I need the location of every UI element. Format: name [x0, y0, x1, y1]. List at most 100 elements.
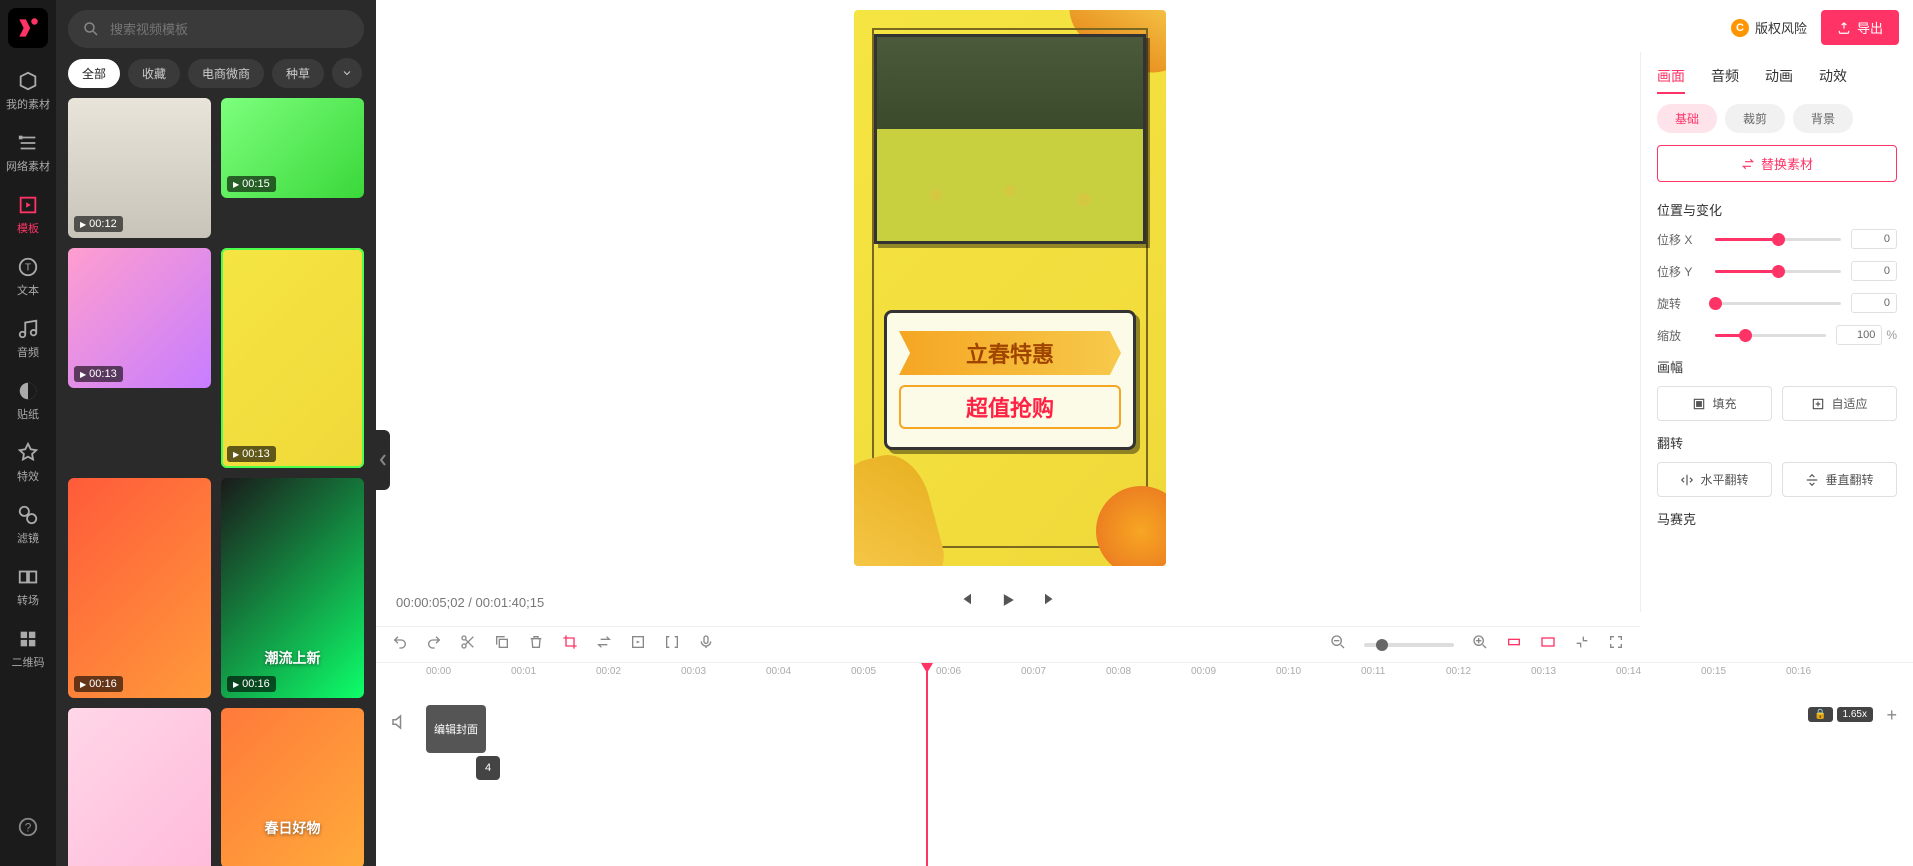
- prop-tab-音频[interactable]: 音频: [1711, 66, 1739, 94]
- nav-item-4[interactable]: 音频: [0, 308, 56, 370]
- undo-button[interactable]: [392, 634, 408, 655]
- collapse-timeline-button[interactable]: [1574, 634, 1590, 655]
- tag-row: 全部收藏电商微商种草: [56, 58, 376, 98]
- play-icon: [998, 590, 1018, 610]
- nav-item-1[interactable]: 网络素材: [0, 122, 56, 184]
- nav-item-8[interactable]: 转场: [0, 556, 56, 618]
- timeline[interactable]: 00:0000:0100:0200:0300:0400:0500:0600:07…: [376, 662, 1913, 866]
- playhead[interactable]: [926, 663, 928, 866]
- prop-tab-动效[interactable]: 动效: [1819, 66, 1847, 94]
- slider-value[interactable]: 0: [1851, 293, 1897, 313]
- slider-label: 位移 X: [1657, 231, 1705, 248]
- collapse-panel-button[interactable]: [376, 430, 390, 490]
- replace-asset-button[interactable]: 替换素材: [1657, 145, 1897, 182]
- template-card-7[interactable]: 春日好物: [221, 708, 364, 866]
- timeline-ruler[interactable]: 00:0000:0100:0200:0300:0400:0500:0600:07…: [376, 663, 1913, 687]
- template-card-5[interactable]: 潮流上新00:16: [221, 478, 364, 698]
- help-button[interactable]: ?: [0, 806, 56, 852]
- slider-track[interactable]: [1715, 302, 1841, 305]
- svg-text:T: T: [25, 263, 31, 274]
- more-tags-button[interactable]: [332, 58, 362, 88]
- template-duration: 00:16: [74, 676, 123, 692]
- video-clip[interactable]: 4: [476, 756, 500, 780]
- template-grid[interactable]: 00:1200:1500:1300:1300:16潮流上新00:16把情话藏进花…: [56, 98, 376, 866]
- delete-button[interactable]: [528, 634, 544, 655]
- track-area[interactable]: 编辑封面 4 🔒 1.65x +: [376, 687, 1913, 753]
- flip-btn-垂直翻转[interactable]: 垂直翻转: [1782, 462, 1897, 497]
- app-logo[interactable]: [8, 8, 48, 48]
- template-card-6[interactable]: 把情话藏进花里00:12: [68, 708, 211, 866]
- zoom-out-button[interactable]: [1330, 634, 1346, 655]
- crop-video-button[interactable]: [664, 634, 680, 655]
- nav-item-3[interactable]: T文本: [0, 246, 56, 308]
- reverse-button[interactable]: [596, 634, 612, 655]
- flip-btn-水平翻转[interactable]: 水平翻转: [1657, 462, 1772, 497]
- prop-tab-动画[interactable]: 动画: [1765, 66, 1793, 94]
- tag-种草[interactable]: 种草: [272, 59, 324, 88]
- slider-row-1: 位移 Y0: [1657, 261, 1897, 281]
- nav-icon: [17, 628, 39, 650]
- slider-track[interactable]: [1715, 334, 1826, 337]
- zoom-in-button[interactable]: [1472, 634, 1488, 655]
- slider-value[interactable]: 0: [1851, 229, 1897, 249]
- ruler-tick: 00:06: [936, 666, 961, 677]
- tag-收藏[interactable]: 收藏: [128, 59, 180, 88]
- zoom-slider[interactable]: [1364, 643, 1454, 647]
- crop-button[interactable]: [562, 634, 578, 655]
- tag-全部[interactable]: 全部: [68, 59, 120, 88]
- export-label: 导出: [1857, 18, 1883, 37]
- clip-speed-badge[interactable]: 🔒 1.65x: [1808, 707, 1873, 722]
- help-icon: ?: [17, 816, 39, 838]
- split-button[interactable]: [460, 634, 476, 655]
- redo-button[interactable]: [426, 634, 442, 655]
- frame-btn-填充[interactable]: 填充: [1657, 386, 1772, 421]
- nav-item-9[interactable]: 二维码: [0, 618, 56, 680]
- template-card-4[interactable]: 00:16: [68, 478, 211, 698]
- nav-item-0[interactable]: 我的素材: [0, 60, 56, 122]
- copy-button[interactable]: [494, 634, 510, 655]
- sale-subtitle: 超值抢购: [899, 385, 1121, 429]
- chevron-left-icon: [378, 453, 388, 467]
- nav-icon: [17, 504, 39, 526]
- ruler-tick: 00:03: [681, 666, 706, 677]
- copyright-risk-button[interactable]: C 版权风险: [1731, 18, 1807, 37]
- subtab-裁剪[interactable]: 裁剪: [1725, 104, 1785, 133]
- nav-item-2[interactable]: 模板: [0, 184, 56, 246]
- subtab-基础[interactable]: 基础: [1657, 104, 1717, 133]
- search-box[interactable]: [68, 10, 364, 48]
- mute-track-button[interactable]: [390, 713, 408, 736]
- fullscreen-button[interactable]: [1608, 634, 1624, 655]
- template-card-1[interactable]: 00:15: [221, 98, 364, 198]
- tag-电商微商[interactable]: 电商微商: [188, 59, 264, 88]
- search-input[interactable]: [110, 22, 350, 37]
- subtab-背景[interactable]: 背景: [1793, 104, 1853, 133]
- slider-track[interactable]: [1715, 238, 1841, 241]
- preview-mode-button[interactable]: [1540, 634, 1556, 655]
- prop-tab-画面[interactable]: 画面: [1657, 66, 1685, 94]
- prev-frame-button[interactable]: [956, 590, 974, 615]
- nav-item-6[interactable]: 特效: [0, 432, 56, 494]
- slider-track[interactable]: [1715, 270, 1841, 273]
- play-button[interactable]: [998, 590, 1018, 615]
- export-button[interactable]: 导出: [1821, 10, 1899, 45]
- nav-item-7[interactable]: 滤镜: [0, 494, 56, 556]
- ruler-tick: 00:14: [1616, 666, 1641, 677]
- nav-icon: [17, 566, 39, 588]
- cover-clip[interactable]: 编辑封面: [426, 705, 486, 753]
- preview-frame[interactable]: 立春特惠 超值抢购: [854, 10, 1166, 566]
- freeze-button[interactable]: [630, 634, 646, 655]
- add-track-button[interactable]: +: [1886, 705, 1897, 726]
- template-card-3[interactable]: 00:13: [221, 248, 364, 468]
- copyright-label: 版权风险: [1755, 18, 1807, 37]
- frame-btn-自适应[interactable]: 自适应: [1782, 386, 1897, 421]
- slider-value[interactable]: 100: [1836, 325, 1882, 345]
- slider-value[interactable]: 0: [1851, 261, 1897, 281]
- fit-button[interactable]: [1506, 634, 1522, 655]
- swap-icon: [1741, 157, 1755, 171]
- nav-item-5[interactable]: 贴纸: [0, 370, 56, 432]
- voiceover-button[interactable]: [698, 634, 714, 655]
- template-card-0[interactable]: 00:12: [68, 98, 211, 238]
- next-frame-button[interactable]: [1042, 590, 1060, 615]
- template-card-2[interactable]: 00:13: [68, 248, 211, 388]
- canvas-area[interactable]: 立春特惠 超值抢购: [376, 0, 1640, 604]
